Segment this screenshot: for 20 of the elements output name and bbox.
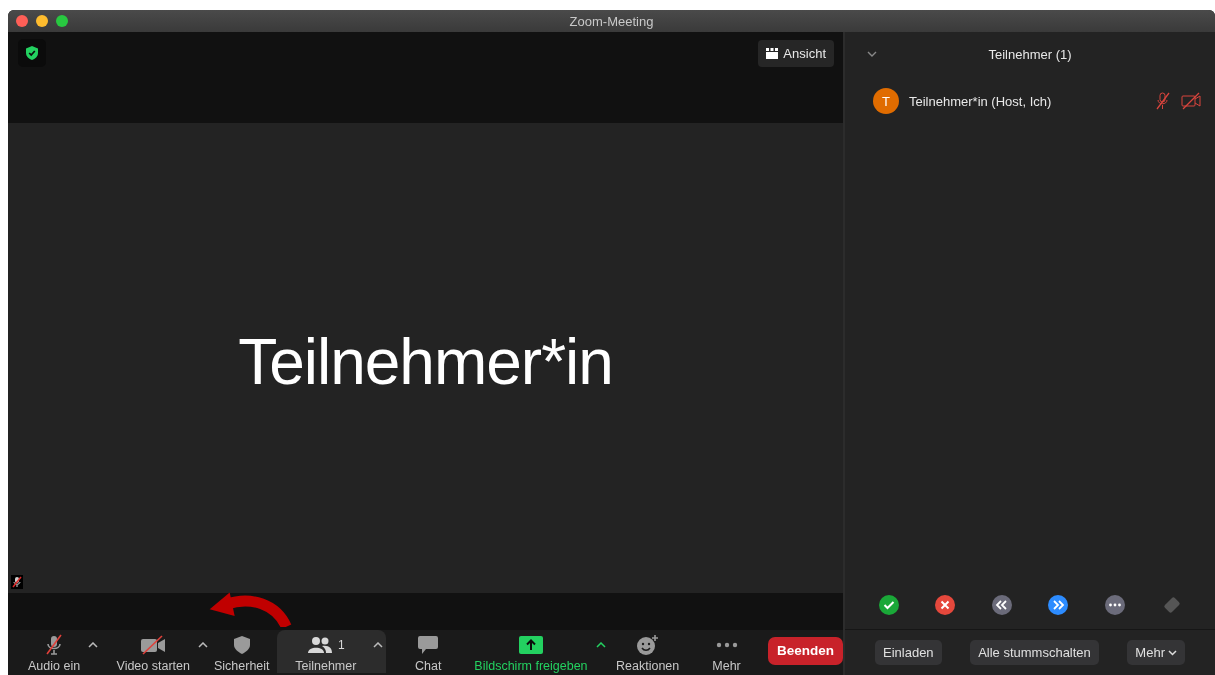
participant-row[interactable]: T Teilnehmer*in (Host, Ich)	[845, 76, 1215, 126]
audio-toolbar-button[interactable]: Audio ein	[22, 630, 85, 673]
reactions-toolbar-button[interactable]: Reaktionen	[612, 630, 684, 673]
view-button[interactable]: Ansicht	[758, 40, 834, 67]
more-toolbar-button[interactable]: Mehr	[708, 630, 745, 673]
participant-count: 1	[337, 638, 345, 652]
panel-button[interactable]: Alle stummschalten	[970, 640, 1099, 665]
share-toolbar-button[interactable]: Bildschirm freigeben	[470, 630, 592, 673]
end-meeting-button[interactable]: Beenden	[767, 636, 843, 665]
panel-title: Teilnehmer (1)	[988, 46, 1072, 62]
security-toolbar-button[interactable]: Sicherheit	[207, 630, 274, 673]
video-toolbar-button[interactable]: Video starten	[110, 630, 194, 673]
participant-name: Teilnehmer*in	[238, 325, 613, 399]
panel-button[interactable]: Mehr	[1127, 640, 1185, 665]
participant-name: Teilnehmer*in (Host, Ich)	[909, 93, 1053, 109]
chat-toolbar-button[interactable]: Chat	[411, 630, 446, 673]
participants-toolbar-button[interactable]: 1 Teilnehmer	[277, 630, 387, 673]
avatar: T	[873, 88, 899, 114]
panel-button[interactable]: Einladen	[875, 640, 942, 665]
window-title: Zoom-Meeting	[569, 13, 654, 29]
